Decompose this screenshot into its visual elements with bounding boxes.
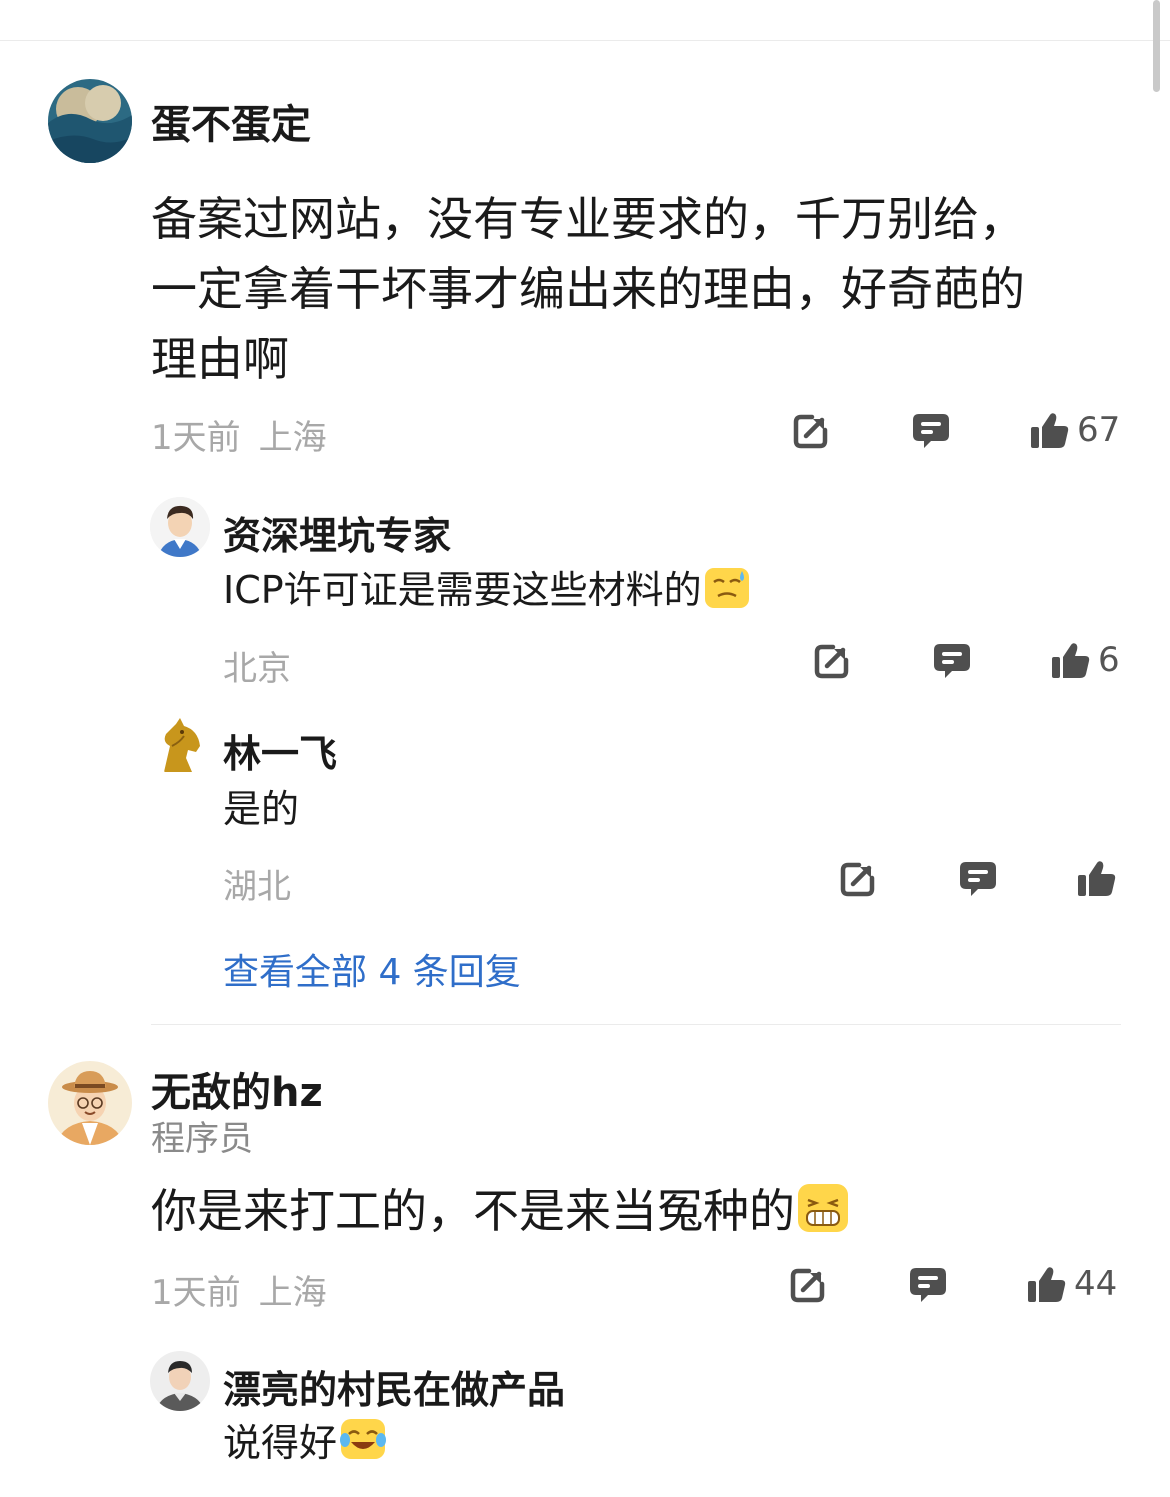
like-count: 44 [1074, 1264, 1118, 1304]
comment-location: 上海 [258, 418, 327, 458]
reply-text-content: 说得好 [223, 1421, 338, 1465]
share-icon[interactable] [791, 411, 831, 451]
comment-location: 上海 [258, 1273, 327, 1313]
reply-location: 湖北 [223, 867, 291, 907]
reply-location: 北京 [223, 649, 291, 689]
avatar[interactable] [150, 1351, 210, 1411]
avatar[interactable] [150, 497, 210, 557]
reply-user-name[interactable]: 资深埋坑专家 [223, 505, 451, 560]
reply-text-content: ICP许可证是需要这些材料的 [223, 568, 702, 612]
share-icon[interactable] [838, 859, 878, 899]
share-icon[interactable] [812, 641, 852, 681]
comment-text-content: 你是来打工的，不是来当冤种的 [151, 1184, 795, 1238]
reply-icon[interactable] [911, 411, 951, 451]
tears-of-joy-emoji [340, 1419, 387, 1459]
reply-user-name[interactable]: 漂亮的村民在做产品 [223, 1359, 565, 1414]
scrollbar[interactable] [1153, 0, 1160, 92]
reply-icon[interactable] [908, 1265, 948, 1305]
thumbs-up-icon[interactable] [1027, 1265, 1067, 1305]
comment-text-line: 备案过网站，没有专业要求的，千万别给， [151, 192, 1025, 246]
comment-time: 1天前 [151, 1273, 241, 1313]
comment-meta: 1天前 上海 [151, 410, 327, 459]
comment-text-line: 理由啊 [151, 332, 289, 386]
reply-user-name[interactable]: 林一飞 [223, 723, 337, 778]
comment-user-name[interactable]: 蛋不蛋定 [151, 92, 311, 150]
thumbs-up-icon[interactable] [1030, 411, 1070, 451]
user-title: 程序员 [151, 1119, 253, 1159]
comment-time: 1天前 [151, 418, 241, 458]
reply-icon[interactable] [958, 859, 998, 899]
comment-divider [151, 1024, 1121, 1025]
avatar[interactable] [48, 79, 132, 163]
like-count: 6 [1098, 640, 1120, 680]
like-count: 67 [1077, 410, 1121, 450]
grin-emoji [798, 1184, 848, 1232]
reply-text: ICP许可证是需要这些材料的 [223, 559, 750, 614]
avatar[interactable] [150, 716, 210, 776]
thumbs-up-icon[interactable] [1077, 859, 1117, 899]
comment-text: 你是来打工的，不是来当冤种的 [151, 1175, 849, 1241]
comment-user-name[interactable]: 无敌的hz [151, 1060, 323, 1118]
top-divider [0, 40, 1170, 41]
avatar[interactable] [48, 1061, 132, 1145]
view-all-replies-link[interactable]: 查看全部 4 条回复 [223, 943, 521, 995]
comment-text-line: 一定拿着干坏事才编出来的理由，好奇葩的 [151, 262, 1025, 316]
comment-meta: 1天前 上海 [151, 1265, 327, 1314]
thumbs-up-icon[interactable] [1051, 641, 1091, 681]
reply-icon[interactable] [932, 641, 972, 681]
reply-text: 是的 [223, 787, 300, 831]
share-icon[interactable] [788, 1265, 828, 1305]
reply-text: 说得好 [223, 1412, 387, 1467]
sweat-smile-emoji [704, 568, 749, 608]
